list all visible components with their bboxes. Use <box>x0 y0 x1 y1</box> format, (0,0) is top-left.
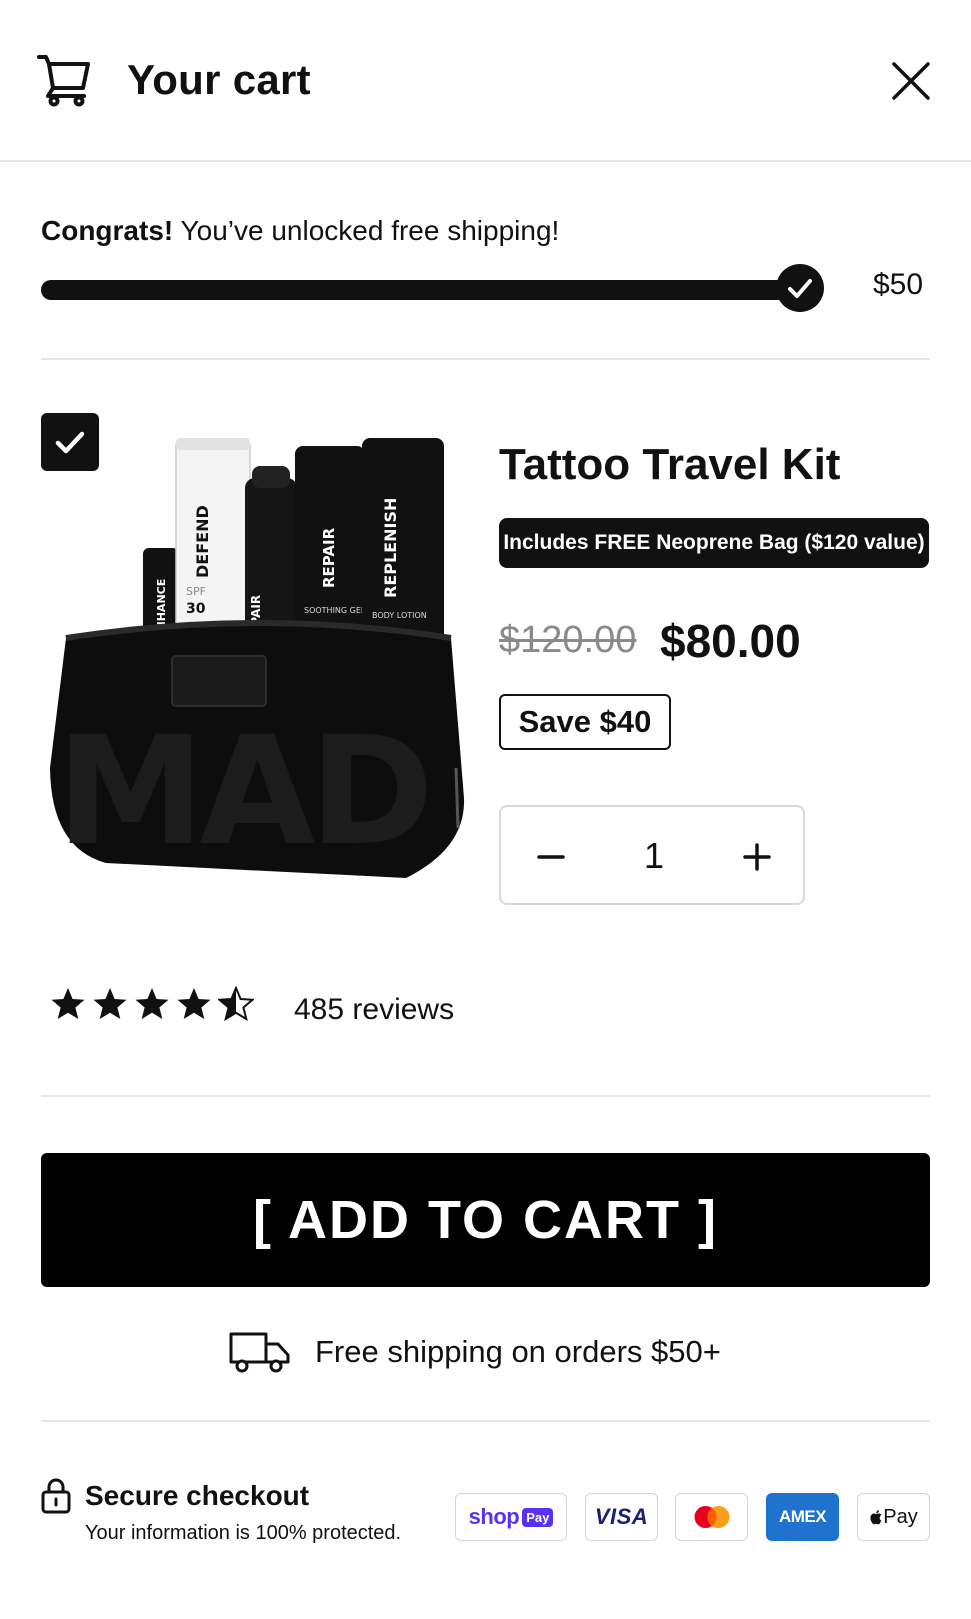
product-image: ENHANCE DEFEND SPF 30 REPAIR REPAIR SOOT… <box>50 438 465 879</box>
rating-stars <box>50 986 260 1030</box>
divider <box>41 1420 930 1422</box>
divider <box>41 1095 930 1097</box>
star-icon <box>135 988 169 1019</box>
close-icon[interactable] <box>888 58 934 104</box>
shopping-cart-icon <box>37 55 90 107</box>
shop-pay-word: shop <box>468 1504 520 1529</box>
neoprene-bag: MAD <box>50 620 465 879</box>
tube-label-repair: REPAIR <box>320 527 338 588</box>
tube-label-spf: SPF <box>186 585 206 598</box>
cart-title: Your cart <box>127 56 311 103</box>
star-icon <box>51 988 85 1019</box>
congrats-text: Congrats! <box>41 215 174 246</box>
add-to-cart-button[interactable]: [ ADD TO CART ] <box>41 1153 930 1287</box>
bag-print-text: MAD <box>56 705 428 879</box>
shipping-progress-fill <box>41 280 799 300</box>
increase-quantity-button[interactable] <box>727 827 787 887</box>
original-price: $120.00 <box>499 619 637 661</box>
shop-pay-badge: Pay <box>522 1507 554 1527</box>
cart-header: Your cart <box>0 0 971 162</box>
apple-icon <box>870 1510 882 1525</box>
star-icon <box>218 986 254 1022</box>
reviews-count[interactable]: 485 reviews <box>294 993 454 1027</box>
apple-pay-logo: Pay <box>857 1493 930 1541</box>
product-title[interactable]: Tattoo Travel Kit <box>499 440 840 490</box>
lock-icon <box>41 1478 71 1514</box>
secure-checkout-title: Secure checkout <box>85 1480 310 1511</box>
shop-pay-logo: shop Pay <box>455 1493 567 1541</box>
progress-complete-check-icon <box>776 264 824 312</box>
promo-badge: Includes FREE Neoprene Bag ($120 value) <box>499 518 929 568</box>
shipping-progress-message: Congrats! You’ve unlocked free shipping! <box>41 215 559 247</box>
divider <box>41 358 930 360</box>
tube-label-soothing-gel: SOOTHING GEL <box>304 606 366 615</box>
savings-badge: Save $40 <box>499 694 671 750</box>
secure-checkout-subtitle: Your information is 100% protected. <box>85 1522 402 1544</box>
truck-icon <box>229 1332 290 1373</box>
quantity-value[interactable]: 1 <box>601 835 707 877</box>
unlocked-text: You’ve unlocked free shipping! <box>180 215 560 246</box>
mastercard-logo <box>675 1493 748 1541</box>
decrease-quantity-button[interactable] <box>521 827 581 887</box>
free-shipping-note: Free shipping on orders $50+ <box>315 1334 721 1369</box>
visa-logo: VISA <box>585 1493 658 1541</box>
shipping-progress-bar <box>41 280 799 300</box>
shipping-threshold: $50 <box>873 268 924 301</box>
star-icon <box>177 988 211 1019</box>
mastercard-circles-icon <box>694 1505 729 1529</box>
tube-label-defend: DEFEND <box>193 505 212 578</box>
tube-label-30: 30 <box>186 601 206 617</box>
star-icon <box>93 988 127 1019</box>
visa-word: VISA <box>594 1504 649 1529</box>
quantity-stepper: 1 <box>499 805 805 905</box>
product-tube-replenish: REPLENISH BODY LOTION <box>362 438 444 658</box>
amex-word: AMEX <box>778 1507 827 1526</box>
tube-label-body-lotion: BODY LOTION <box>372 611 427 620</box>
apple-pay-word: Pay <box>883 1505 918 1528</box>
amex-logo: AMEX <box>766 1493 839 1541</box>
tube-label-replenish: REPLENISH <box>381 498 400 598</box>
sale-price: $80.00 <box>660 615 801 667</box>
